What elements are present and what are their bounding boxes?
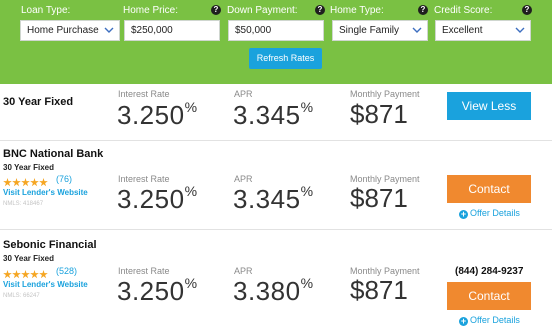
- home-type-value: Single Family: [339, 25, 400, 36]
- monthly-payment-label: Monthly Payment: [350, 89, 420, 99]
- home-type-label: Home Type:: [330, 5, 384, 16]
- credit-score-help-icon[interactable]: ?: [522, 5, 532, 15]
- offer-details-link[interactable]: + Offer Details: [459, 208, 520, 219]
- down-payment-label: Down Payment:: [227, 5, 298, 16]
- chevron-down-icon: [412, 27, 422, 33]
- home-price-label: Home Price:: [123, 5, 179, 16]
- star-icon: [21, 178, 30, 187]
- star-icon: [39, 270, 48, 279]
- contact-button[interactable]: Contact: [447, 282, 531, 310]
- lender-row: Sebonic Financial 30 Year Fixed (528) Vi…: [0, 230, 552, 328]
- credit-score-select[interactable]: Excellent: [435, 20, 531, 41]
- nmls-id: NMLS: 418467: [3, 201, 44, 207]
- apr-label: APR: [234, 89, 253, 99]
- star-icon: [12, 270, 21, 279]
- star-icon: [21, 270, 30, 279]
- apr-value: 3.380%: [233, 275, 314, 306]
- offer-details-link[interactable]: + Offer Details: [459, 315, 520, 326]
- loan-term: 30 Year Fixed: [3, 254, 54, 263]
- star-icon: [30, 178, 39, 187]
- loan-type-label: Loan Type:: [21, 5, 71, 16]
- refresh-rates-button[interactable]: Refresh Rates: [249, 48, 322, 69]
- rating-stars: [3, 266, 48, 279]
- lender-name: BNC National Bank: [3, 148, 104, 160]
- star-icon: [12, 178, 21, 187]
- down-payment-value: $50,000: [235, 25, 272, 36]
- nmls-id: NMLS: 66247: [3, 293, 40, 299]
- loan-term: 30 Year Fixed: [3, 163, 54, 172]
- lender-website-link[interactable]: Visit Lender's Website: [3, 188, 88, 197]
- view-less-button[interactable]: View Less: [447, 92, 531, 120]
- monthly-payment-value: $871: [350, 275, 408, 305]
- lender-name: Sebonic Financial: [3, 239, 97, 251]
- star-icon: [39, 178, 48, 187]
- down-payment-input[interactable]: $50,000: [228, 20, 324, 41]
- interest-rate-value: 3.250%: [117, 183, 198, 214]
- star-icon: [3, 178, 12, 187]
- lender-phone[interactable]: (844) 284-9237: [455, 266, 523, 277]
- rate-summary-row: 30 Year Fixed Interest Rate 3.250% APR 3…: [0, 84, 552, 140]
- credit-score-label: Credit Score:: [434, 5, 493, 16]
- contact-button[interactable]: Contact: [447, 175, 531, 203]
- loan-type-value: Home Purchase: [27, 25, 99, 36]
- home-price-help-icon[interactable]: ?: [211, 5, 221, 15]
- plus-circle-icon: +: [459, 209, 468, 219]
- credit-score-value: Excellent: [442, 25, 483, 36]
- interest-rate-value: 3.250%: [117, 99, 198, 130]
- apr-value: 3.345%: [233, 99, 314, 130]
- loan-type-select[interactable]: Home Purchase: [20, 20, 120, 41]
- apr-value: 3.345%: [233, 183, 314, 214]
- lender-row: BNC National Bank 30 Year Fixed (76) Vis…: [0, 141, 552, 229]
- rate-filter-bar: Loan Type: Home Purchase Home Price: ? $…: [0, 0, 552, 84]
- home-price-value: $250,000: [131, 25, 173, 36]
- star-icon: [30, 270, 39, 279]
- loan-term-title: 30 Year Fixed: [3, 96, 74, 108]
- home-type-help-icon[interactable]: ?: [418, 5, 428, 15]
- rating-stars: [3, 174, 48, 187]
- interest-rate-label: Interest Rate: [118, 89, 170, 99]
- home-price-input[interactable]: $250,000: [124, 20, 220, 41]
- review-count-link[interactable]: (76): [56, 174, 72, 184]
- interest-rate-value: 3.250%: [117, 275, 198, 306]
- plus-circle-icon: +: [459, 316, 468, 326]
- monthly-payment-value: $871: [350, 99, 408, 129]
- chevron-down-icon: [104, 27, 114, 33]
- home-type-select[interactable]: Single Family: [332, 20, 428, 41]
- monthly-payment-value: $871: [350, 183, 408, 213]
- down-payment-help-icon[interactable]: ?: [315, 5, 325, 15]
- chevron-down-icon: [515, 27, 525, 33]
- star-icon: [3, 270, 12, 279]
- review-count-link[interactable]: (528): [56, 266, 77, 276]
- lender-website-link[interactable]: Visit Lender's Website: [3, 280, 88, 289]
